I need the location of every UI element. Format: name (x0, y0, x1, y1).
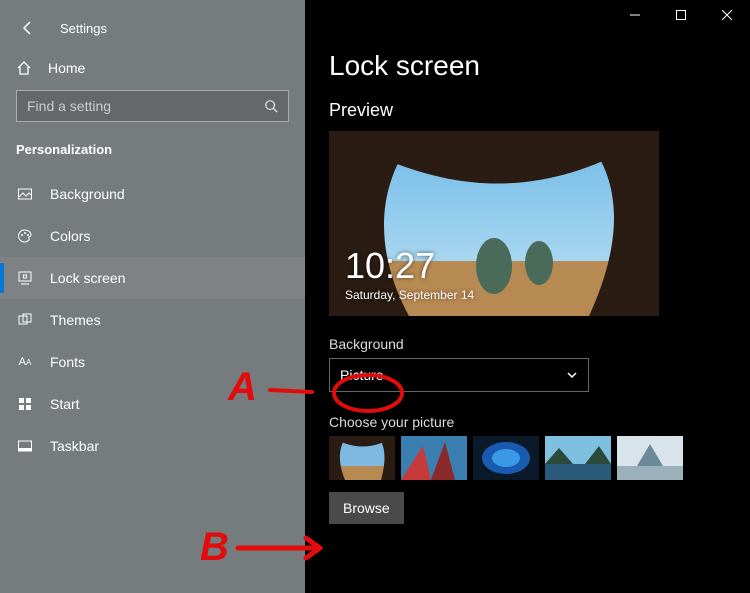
minimize-button[interactable] (612, 0, 658, 30)
picture-thumbnails (329, 436, 726, 480)
background-label: Background (329, 336, 726, 352)
sidebar-item-taskbar[interactable]: Taskbar (0, 425, 305, 467)
lock-screen-icon (16, 269, 34, 287)
maximize-button[interactable] (658, 0, 704, 30)
choose-picture-label: Choose your picture (329, 414, 726, 430)
picture-thumbnail[interactable] (401, 436, 467, 480)
picture-thumbnail[interactable] (545, 436, 611, 480)
picture-thumbnail[interactable] (473, 436, 539, 480)
sidebar: Settings Home Personalization Background (0, 0, 305, 593)
sidebar-item-label: Taskbar (50, 438, 99, 454)
home-icon (16, 60, 32, 76)
preview-time: 10:27 (345, 248, 474, 284)
start-icon (16, 395, 34, 413)
picture-icon (16, 185, 34, 203)
fonts-icon: AA (16, 353, 34, 371)
picture-thumbnail[interactable] (617, 436, 683, 480)
close-button[interactable] (704, 0, 750, 30)
window-title: Settings (60, 21, 107, 36)
sidebar-item-themes[interactable]: Themes (0, 299, 305, 341)
preview-heading: Preview (329, 100, 726, 121)
picture-thumbnail[interactable] (329, 436, 395, 480)
sidebar-item-label: Lock screen (50, 270, 125, 286)
section-heading: Personalization (0, 136, 305, 173)
sidebar-top-row: Settings (0, 0, 305, 50)
window-controls (612, 0, 750, 30)
taskbar-icon (16, 437, 34, 455)
main-content: Lock screen Preview 10:27 Saturday, S (305, 0, 750, 593)
sidebar-item-label: Fonts (50, 354, 85, 370)
dropdown-value: Picture (340, 367, 384, 383)
browse-label: Browse (343, 500, 390, 516)
palette-icon (16, 227, 34, 245)
chevron-down-icon (566, 369, 578, 381)
search-input[interactable] (27, 98, 264, 114)
lock-screen-preview: 10:27 Saturday, September 14 (329, 131, 659, 316)
settings-window: Settings Home Personalization Background (0, 0, 750, 593)
sidebar-item-colors[interactable]: Colors (0, 215, 305, 257)
back-button[interactable] (16, 16, 40, 40)
sidebar-item-background[interactable]: Background (0, 173, 305, 215)
browse-button[interactable]: Browse (329, 492, 404, 524)
home-nav[interactable]: Home (0, 50, 305, 86)
home-label: Home (48, 60, 85, 76)
themes-icon (16, 311, 34, 329)
sidebar-item-label: Background (50, 186, 125, 202)
search-box[interactable] (16, 90, 289, 122)
page-title: Lock screen (329, 50, 726, 82)
preview-overlay: 10:27 Saturday, September 14 (345, 248, 474, 302)
search-icon (264, 99, 278, 113)
background-dropdown[interactable]: Picture (329, 358, 589, 392)
sidebar-item-label: Start (50, 396, 80, 412)
sidebar-item-label: Colors (50, 228, 90, 244)
sidebar-item-label: Themes (50, 312, 101, 328)
sidebar-item-lock-screen[interactable]: Lock screen (0, 257, 305, 299)
sidebar-item-fonts[interactable]: AA Fonts (0, 341, 305, 383)
sidebar-item-start[interactable]: Start (0, 383, 305, 425)
preview-date: Saturday, September 14 (345, 288, 474, 302)
